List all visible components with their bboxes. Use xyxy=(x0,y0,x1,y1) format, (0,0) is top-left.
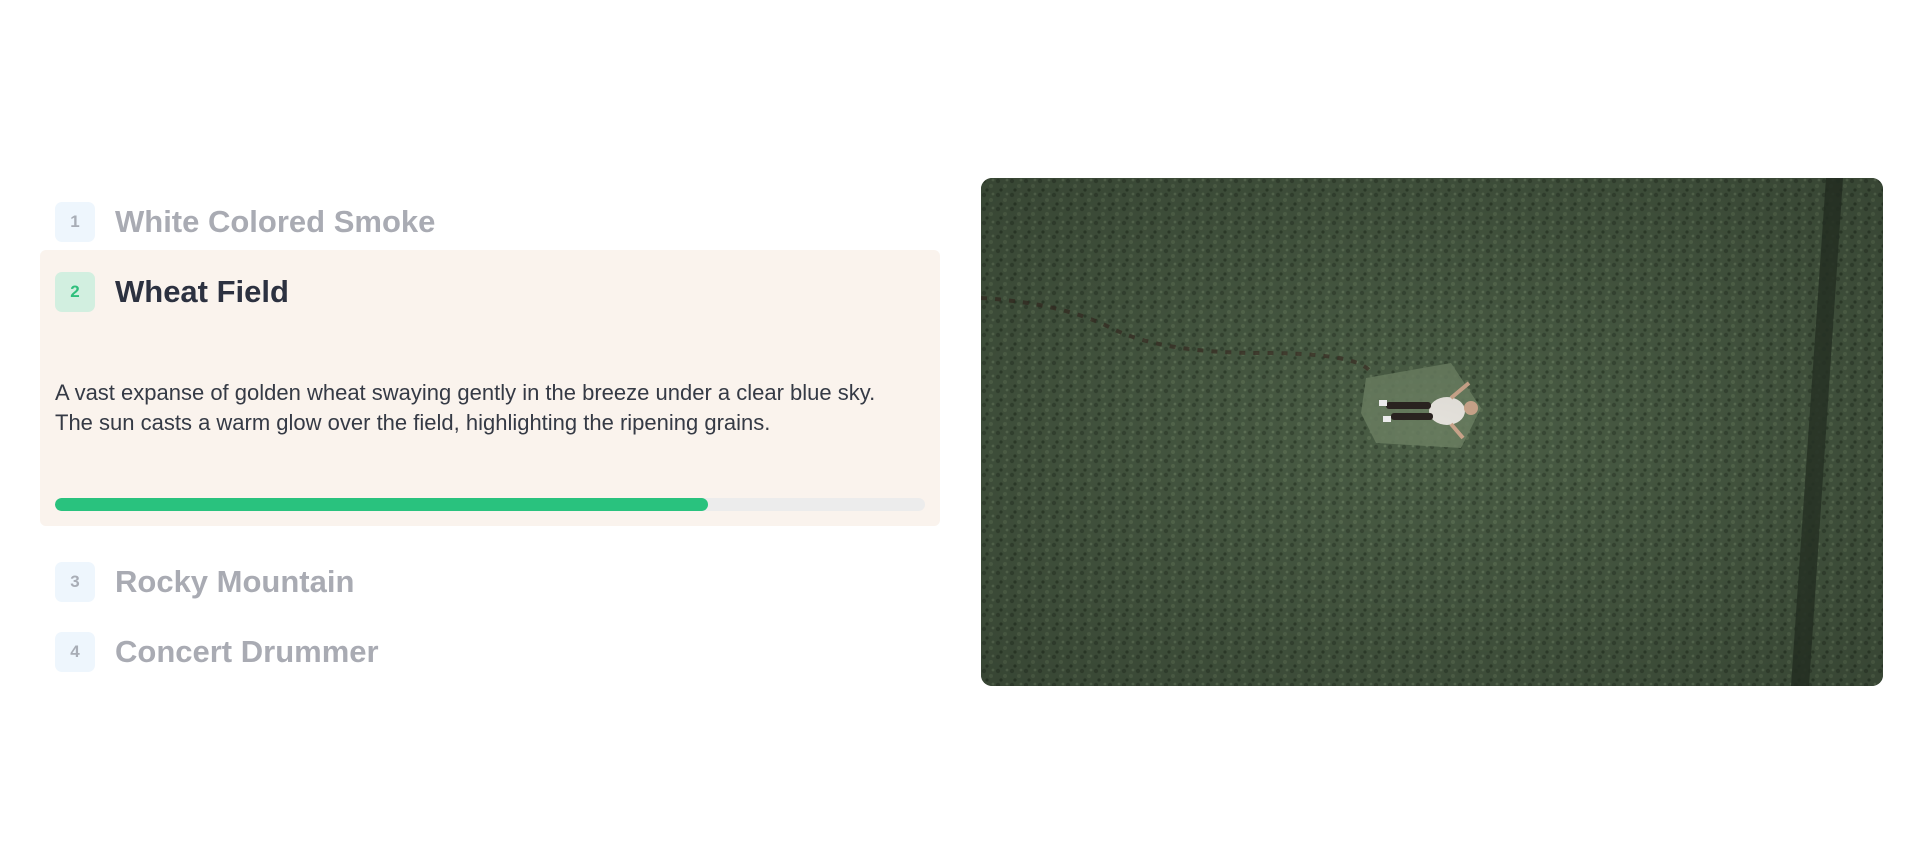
item-description: A vast expanse of golden wheat swaying g… xyxy=(55,380,876,435)
accordion-item-3[interactable]: 3 Rocky Mountain xyxy=(40,560,940,604)
item-number-badge: 3 xyxy=(55,562,95,602)
item-number-badge: 1 xyxy=(55,202,95,242)
accordion-item-4[interactable]: 4 Concert Drummer xyxy=(40,630,940,674)
accordion-item-2-expanded[interactable]: 2 Wheat Field A vast expanse of golden w… xyxy=(40,250,940,526)
item-title: Wheat Field xyxy=(115,274,289,309)
feature-accordion: 1 White Colored Smoke 2 Wheat Field A va… xyxy=(40,200,940,674)
item-title: White Colored Smoke xyxy=(115,204,436,239)
item-title: Rocky Mountain xyxy=(115,564,355,599)
wheat-field-illustration xyxy=(981,178,1883,686)
accordion-item-1[interactable]: 1 White Colored Smoke xyxy=(40,200,940,244)
accordion-item-2[interactable]: 2 Wheat Field xyxy=(55,272,925,312)
item-title: Concert Drummer xyxy=(115,634,379,669)
wheat-field-image xyxy=(981,178,1883,686)
page: 1 White Colored Smoke 2 Wheat Field A va… xyxy=(0,0,1918,863)
progress-fill xyxy=(55,498,708,511)
progress-bar xyxy=(55,498,925,511)
item-number-badge: 4 xyxy=(55,632,95,672)
item-number-badge: 2 xyxy=(55,272,95,312)
